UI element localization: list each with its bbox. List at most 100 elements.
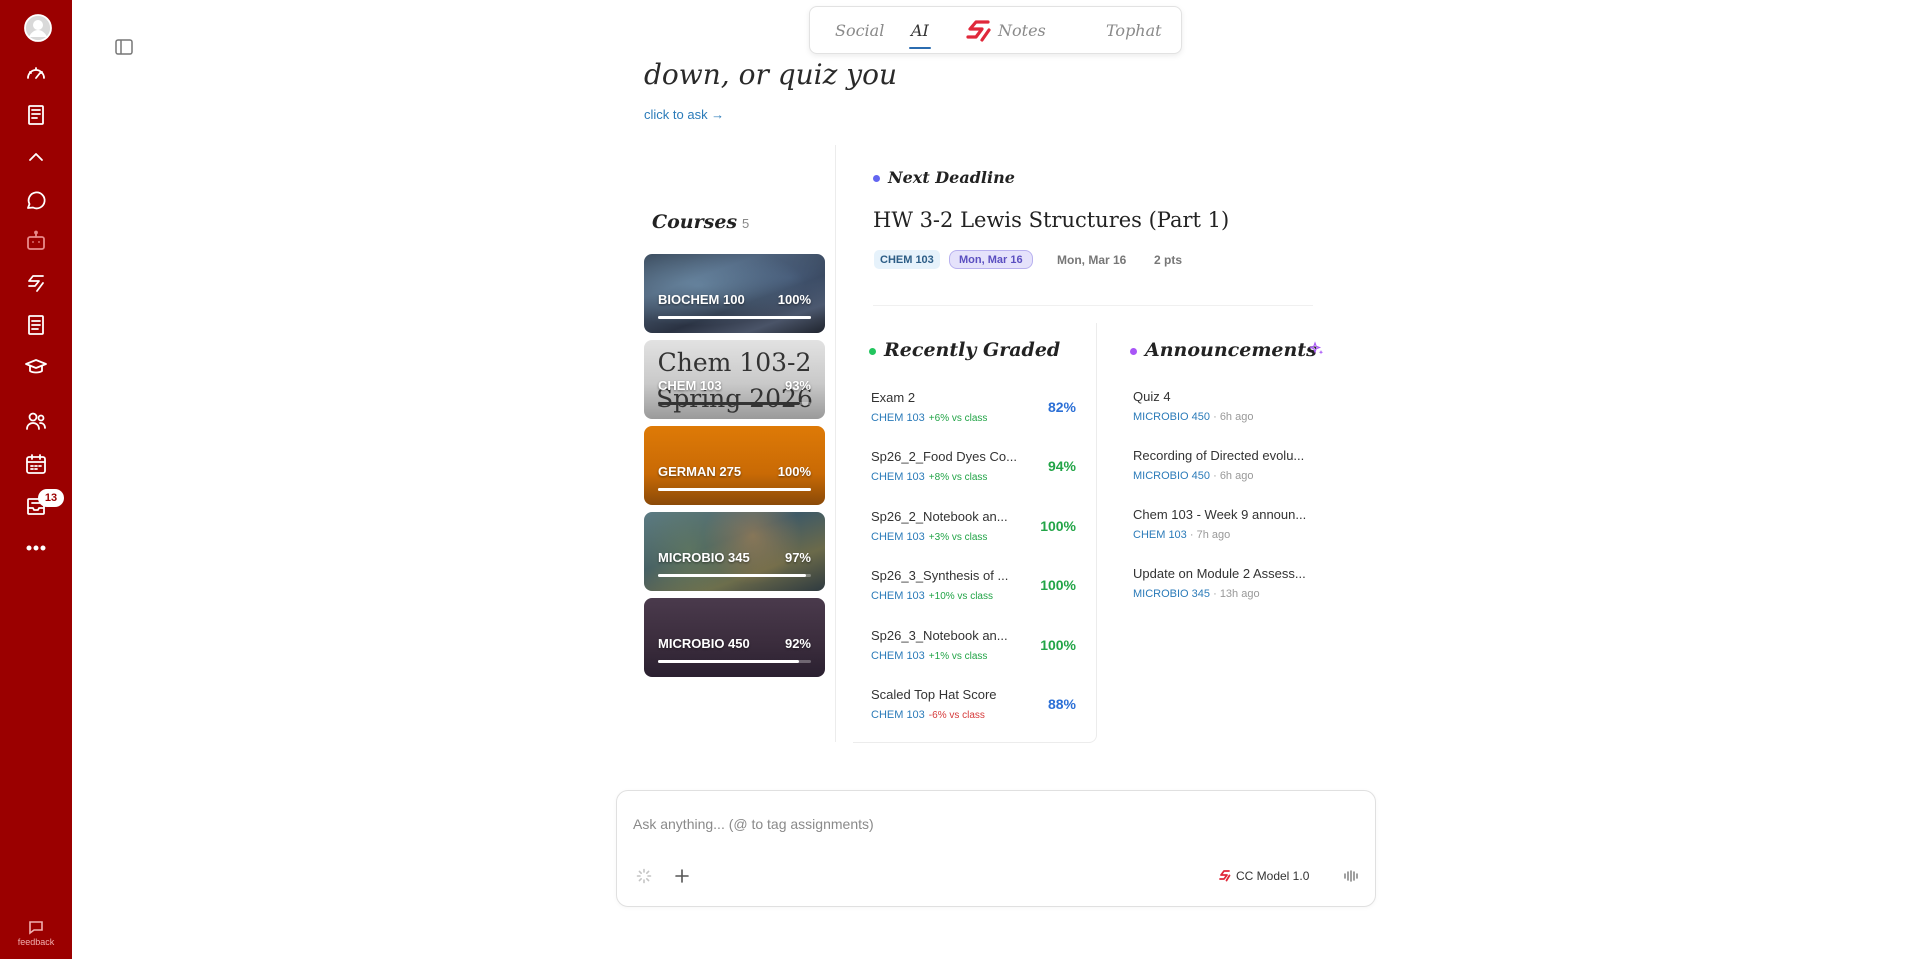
announcement-course: MICROBIO 450 xyxy=(1133,470,1211,482)
course-grade: 97% xyxy=(784,550,811,565)
course-card-biochem-100[interactable]: BIOCHEM 100 100% xyxy=(644,254,825,333)
document-icon[interactable] xyxy=(24,313,48,337)
feedback-label: feedback xyxy=(17,937,55,947)
course-progress-fill xyxy=(658,660,799,663)
announce-dot-icon xyxy=(1130,347,1137,355)
graded-item-name: Sp26_2_Food Dyes Co... xyxy=(871,449,1017,464)
tab-ai[interactable]: AI xyxy=(909,21,931,49)
graded-item-name: Sp26_3_Synthesis of ... xyxy=(871,568,1009,583)
hero-text: down, or quiz you xyxy=(644,58,897,91)
chat-icon[interactable] xyxy=(24,188,48,212)
dashboard-icon[interactable] xyxy=(24,61,48,85)
course-progress-bar xyxy=(658,574,811,577)
course-card-image-title: Chem 103-2 xyxy=(657,348,812,377)
courses-heading: Courses xyxy=(652,211,738,233)
announcement-title: Chem 103 - Week 9 announ... xyxy=(1133,507,1307,522)
graded-item-course: CHEM 103 +8% vs class xyxy=(871,471,988,483)
graded-item-course: CHEM 103 +3% vs class xyxy=(871,531,988,543)
people-icon[interactable] xyxy=(24,409,48,433)
add-attachment-button[interactable] xyxy=(673,867,691,885)
avatar-icon[interactable] xyxy=(24,14,52,42)
tab-notes[interactable]: Notes xyxy=(998,21,1046,40)
course-card-microbio-450[interactable]: MICROBIO 450 92% xyxy=(644,598,825,677)
ask-input[interactable] xyxy=(633,813,1333,835)
tab-tophat[interactable]: Tophat xyxy=(1106,21,1162,40)
graded-item[interactable]: Sp26_2_Food Dyes Co... CHEM 103 +8% vs cl… xyxy=(871,449,1076,491)
graded-item[interactable]: Scaled Top Hat Score CHEM 103 -6% vs clas… xyxy=(871,687,1076,729)
sidebar-toggle-button[interactable] xyxy=(115,39,133,55)
graded-dot-icon xyxy=(869,347,876,355)
ask-composer: CC Model 1.0 xyxy=(616,790,1376,907)
course-card-german-275[interactable]: GERMAN 275 100% xyxy=(644,426,825,505)
graded-item[interactable]: Sp26_3_Notebook an... CHEM 103 +1% vs cla… xyxy=(871,628,1076,670)
click-to-ask-link[interactable]: click to ask → xyxy=(644,107,724,122)
announcement-title: Update on Module 2 Assess... xyxy=(1133,566,1306,581)
column-divider xyxy=(835,145,836,742)
course-progress-bar xyxy=(658,316,811,319)
courses-icon[interactable] xyxy=(24,103,48,127)
graded-item-score: 100% xyxy=(1040,518,1076,534)
announcement-item[interactable]: Recording of Directed evolu... MICROBIO … xyxy=(1133,448,1333,490)
tab-social[interactable]: Social xyxy=(835,21,884,40)
announcement-time: 6h ago xyxy=(1219,411,1254,423)
feedback-button[interactable]: feedback xyxy=(14,919,58,947)
course-card-chem-103[interactable]: Chem 103-2 Spring 2026 CHEM 103 93% xyxy=(644,340,825,419)
graded-item-name: Sp26_2_Notebook an... xyxy=(871,509,1008,524)
announcement-item[interactable]: Update on Module 2 Assess... MICROBIO 34… xyxy=(1133,566,1333,608)
next-deadline-label: Next Deadline xyxy=(888,168,1015,187)
voice-input-button[interactable] xyxy=(1342,867,1360,885)
collapse-icon[interactable] xyxy=(24,145,48,169)
announcement-title: Recording of Directed evolu... xyxy=(1133,448,1305,463)
announcement-item[interactable]: Quiz 4 MICROBIO 450 · 6h ago xyxy=(1133,389,1333,431)
course-grade: 92% xyxy=(784,636,811,651)
inbox-count-badge: 13 xyxy=(38,489,64,507)
sparkle-icon[interactable] xyxy=(1309,341,1325,357)
deadline-assignment-title[interactable]: HW 3-2 Lewis Structures (Part 1) xyxy=(873,208,1229,232)
graduation-cap-icon[interactable] xyxy=(24,355,48,379)
graded-item-delta: -6% vs class xyxy=(928,710,985,721)
cc-logo-icon[interactable] xyxy=(24,271,48,295)
model-selector[interactable]: CC Model 1.0 xyxy=(1236,869,1309,883)
course-progress-bar xyxy=(658,488,811,491)
deadline-points: 2 pts xyxy=(1154,253,1183,267)
announcement-time: 6h ago xyxy=(1219,470,1254,482)
course-name: BIOCHEM 100 xyxy=(658,292,745,307)
left-rail: 13 feedback xyxy=(0,0,72,959)
course-grade: 93% xyxy=(784,378,811,393)
graded-item-score: 100% xyxy=(1040,637,1076,653)
graded-item-delta: +1% vs class xyxy=(928,651,988,662)
section-divider xyxy=(873,305,1313,306)
graded-item[interactable]: Sp26_3_Synthesis of ... CHEM 103 +10% vs … xyxy=(871,568,1076,610)
deadline-course-chip: CHEM 103 xyxy=(874,250,940,269)
course-card-microbio-345[interactable]: MICROBIO 345 97% xyxy=(644,512,825,591)
announcement-time: 13h ago xyxy=(1219,588,1260,600)
graded-item[interactable]: Sp26_2_Notebook an... CHEM 103 +3% vs cla… xyxy=(871,509,1076,551)
announcements-label: Announcements xyxy=(1145,339,1317,361)
announcement-item[interactable]: Chem 103 - Week 9 announ... CHEM 103 · 7… xyxy=(1133,507,1333,549)
course-name: CHEM 103 xyxy=(658,378,722,393)
courses-count: 5 xyxy=(742,216,750,231)
course-grade: 100% xyxy=(777,464,811,479)
graded-item-name: Exam 2 xyxy=(871,390,916,405)
more-icon[interactable] xyxy=(24,536,48,560)
graded-item-score: 94% xyxy=(1047,458,1076,474)
graded-item-course: CHEM 103 -6% vs class xyxy=(871,709,985,721)
deadline-dot-icon xyxy=(873,175,880,182)
announcement-meta: MICROBIO 345 · 13h ago xyxy=(1133,588,1260,600)
graded-item-name: Scaled Top Hat Score xyxy=(871,687,997,702)
graded-item-delta: +6% vs class xyxy=(928,413,988,424)
course-progress-fill xyxy=(658,402,801,405)
graded-item-delta: +3% vs class xyxy=(928,532,988,543)
graded-item-course: CHEM 103 +10% vs class xyxy=(871,590,993,602)
deadline-date: Mon, Mar 16 xyxy=(1057,253,1127,267)
course-grade: 100% xyxy=(777,292,811,307)
bot-icon[interactable] xyxy=(24,229,48,253)
calendar-icon[interactable] xyxy=(24,452,48,476)
graded-item-score: 100% xyxy=(1040,577,1076,593)
cc-logo-icon[interactable] xyxy=(964,19,994,43)
graded-item[interactable]: Exam 2 CHEM 103 +6% vs class 82% xyxy=(871,390,1076,432)
course-progress-bar xyxy=(658,660,811,663)
recently-graded-heading: Recently Graded xyxy=(869,339,1060,361)
loading-spinner-icon[interactable] xyxy=(635,867,653,885)
sidebar-toggle-icon xyxy=(115,39,133,55)
